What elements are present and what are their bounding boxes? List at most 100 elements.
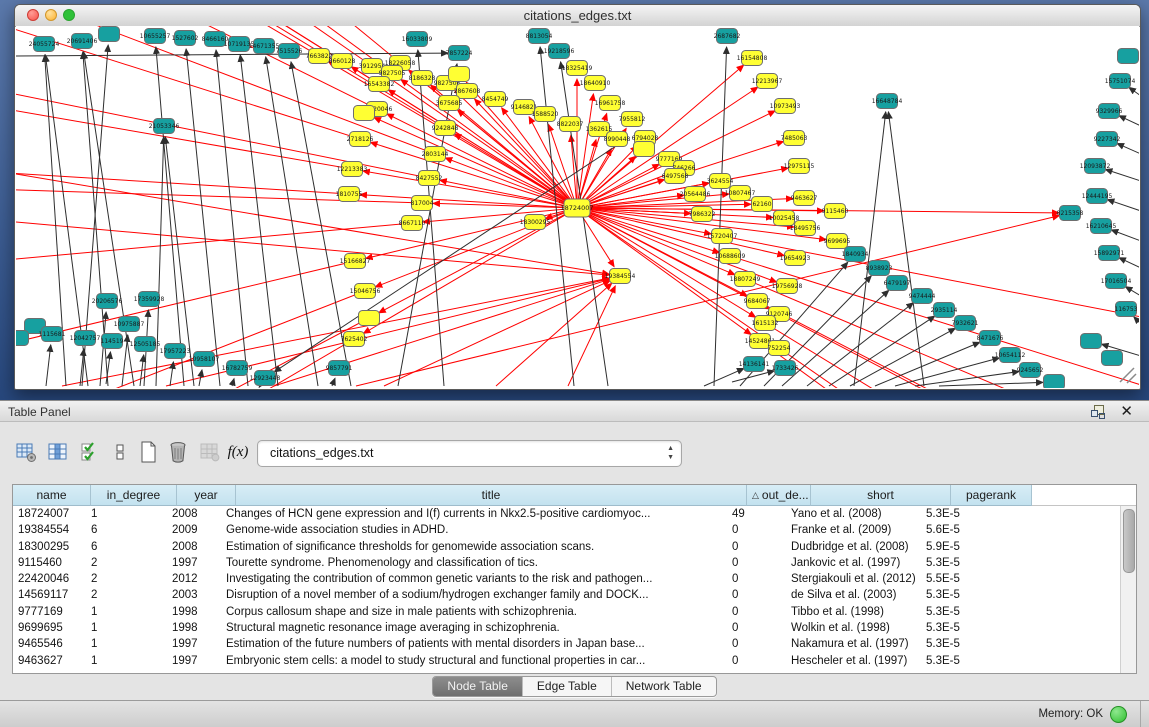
network-window-titlebar[interactable]: citations_edges.txt — [15, 5, 1140, 27]
network-node[interactable]: 9699695 — [824, 234, 851, 249]
network-node[interactable]: 16210645 — [1086, 219, 1117, 234]
network-node[interactable]: 9463627 — [791, 191, 818, 206]
delete-table-icon[interactable] — [164, 438, 192, 466]
network-node[interactable]: 62160 — [752, 197, 773, 212]
network-node[interactable]: 12444195 — [1082, 189, 1113, 204]
network-node[interactable]: 18724007 — [560, 199, 593, 217]
column-display-icon[interactable] — [44, 438, 72, 466]
column-header-short[interactable]: short — [811, 485, 951, 506]
network-node[interactable]: 18807249 — [730, 272, 761, 287]
network-node[interactable]: 15720407 — [707, 229, 738, 244]
network-node[interactable]: 8990448 — [604, 132, 631, 147]
network-node[interactable]: 12213967 — [752, 74, 783, 89]
network-node[interactable] — [99, 27, 120, 42]
table-row[interactable]: 946554611997Estimation of the future num… — [13, 636, 1121, 652]
tab-node-table[interactable]: Node Table — [433, 677, 523, 696]
network-node[interactable]: 9684067 — [744, 294, 771, 309]
network-node[interactable]: 7485063 — [781, 131, 808, 146]
network-node[interactable]: 12213383 — [337, 162, 368, 177]
network-node[interactable]: 14136141 — [739, 357, 770, 372]
network-node[interactable]: 7625402 — [341, 332, 368, 347]
table-row[interactable]: 1830029562008Estimation of significance … — [13, 539, 1121, 555]
table-row[interactable]: 977716911998Corpus callosum shape and si… — [13, 604, 1121, 620]
network-node[interactable]: 1840934 — [842, 247, 869, 262]
tab-network-table[interactable]: Network Table — [612, 677, 716, 696]
network-node[interactable]: 17957223 — [160, 344, 191, 359]
table-selector-dropdown[interactable]: citations_edges.txt ▲▼ — [257, 440, 682, 467]
network-node[interactable]: 7515526 — [276, 44, 303, 59]
network-node[interactable]: 12093872 — [1080, 159, 1111, 174]
network-node[interactable]: 17359928 — [134, 292, 165, 307]
network-node[interactable]: 8454749 — [482, 92, 509, 107]
network-node[interactable]: 12975115 — [784, 159, 815, 174]
network-node[interactable]: 1733426 — [772, 361, 799, 376]
tab-edge-table[interactable]: Edge Table — [523, 677, 612, 696]
network-node[interactable]: 8215358 — [1057, 206, 1084, 221]
network-node[interactable]: 21053346 — [149, 119, 180, 134]
network-node[interactable]: 1615132 — [752, 316, 779, 331]
network-node[interactable]: 12505185 — [130, 337, 161, 352]
network-node[interactable]: 16154808 — [737, 51, 768, 66]
network-node[interactable]: 15751074 — [1105, 74, 1136, 89]
network-node[interactable]: 2803144 — [422, 147, 449, 162]
network-node[interactable]: 12923448 — [250, 371, 281, 386]
network-node[interactable]: 16648784 — [872, 94, 903, 109]
network-node[interactable] — [1044, 375, 1065, 389]
network-node[interactable]: 16782759 — [222, 361, 253, 376]
network-node[interactable]: 16033809 — [402, 32, 433, 47]
network-node[interactable]: 12042757 — [70, 331, 101, 346]
network-node[interactable]: 2687682 — [714, 29, 741, 44]
select-rows-icon[interactable] — [76, 438, 104, 466]
network-node[interactable] — [16, 331, 29, 346]
network-node[interactable]: 9242848 — [432, 121, 459, 136]
network-graph[interactable]: 2405572420691406106552571527602846616010… — [16, 26, 1139, 388]
network-node[interactable]: 15046756 — [350, 284, 381, 299]
network-node[interactable]: 19756928 — [772, 279, 803, 294]
network-node[interactable]: 19654923 — [780, 251, 811, 266]
network-node[interactable] — [449, 67, 470, 82]
network-node[interactable]: 6497568 — [662, 169, 689, 184]
network-node[interactable]: 3675685 — [436, 96, 463, 111]
row-height-icon[interactable] — [106, 438, 134, 466]
network-node[interactable]: 817004 — [411, 196, 434, 211]
table-tabs[interactable]: Node TableEdge TableNetwork Table — [432, 676, 716, 697]
network-node[interactable]: 10654112 — [995, 348, 1026, 363]
network-node[interactable] — [1081, 334, 1102, 349]
network-node[interactable]: 8660128 — [329, 54, 356, 69]
network-node[interactable]: 752254 — [768, 341, 791, 356]
close-panel-icon[interactable]: ✕ — [1120, 402, 1133, 420]
network-node[interactable]: 2935114 — [931, 303, 958, 318]
network-node[interactable]: 8186328 — [409, 71, 436, 86]
network-node[interactable]: 1588520 — [532, 107, 559, 122]
network-node[interactable]: 18325419 — [562, 61, 593, 76]
table-row[interactable]: 969969511998Structural magnetic resonanc… — [13, 620, 1121, 636]
column-header-year[interactable]: year — [177, 485, 236, 506]
column-header-out-de-[interactable]: △out_de... — [747, 485, 811, 506]
network-node[interactable]: 16961758 — [595, 96, 626, 111]
network-node[interactable]: 20691406 — [67, 34, 98, 49]
network-node[interactable]: 9245652 — [1017, 363, 1044, 378]
network-node[interactable]: 10975887 — [114, 317, 145, 332]
network-node[interactable]: 19218596 — [544, 44, 575, 59]
table-row[interactable]: 1872400712008Changes of HCN gene express… — [13, 506, 1121, 522]
network-node[interactable]: 8813054 — [526, 29, 553, 44]
network-node[interactable] — [1118, 49, 1139, 64]
network-node[interactable]: 8822037 — [557, 117, 584, 132]
column-header-name[interactable]: name — [13, 485, 91, 506]
network-node[interactable]: 9329966 — [1096, 104, 1123, 119]
network-node[interactable]: 116753 — [1115, 302, 1138, 317]
network-node[interactable]: 20206576 — [92, 294, 123, 309]
network-node[interactable]: 8667110 — [399, 216, 426, 231]
network-node[interactable]: 2718126 — [347, 132, 374, 147]
scrollbar-thumb[interactable] — [1123, 509, 1135, 573]
network-node[interactable]: 15166827 — [340, 254, 371, 269]
table-row[interactable]: 946362711997Embryonic stem cells: a mode… — [13, 653, 1121, 669]
network-node[interactable]: 1810755 — [336, 187, 363, 202]
network-node[interactable]: 9857791 — [326, 361, 353, 376]
vertical-scrollbar[interactable] — [1120, 506, 1136, 673]
network-node[interactable]: 17016504 — [1101, 274, 1132, 289]
network-node[interactable]: 10958107 — [189, 352, 220, 367]
network-node[interactable]: 1115681 — [39, 327, 66, 342]
network-node[interactable] — [634, 142, 655, 157]
network-node[interactable]: 7857224 — [446, 46, 473, 61]
